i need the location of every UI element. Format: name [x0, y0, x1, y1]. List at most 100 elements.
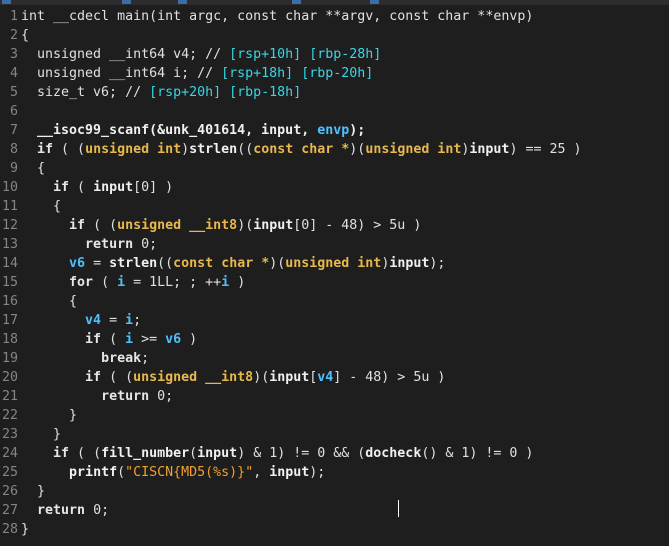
code-token: return [101, 389, 150, 404]
code-line[interactable]: 8 if ( (unsigned int)strlen((const char … [0, 140, 582, 159]
code-line[interactable]: 1 int __cdecl main(int argc, const char *… [0, 7, 582, 26]
code-token: "CISCN{MD5(%s)}" [125, 465, 254, 480]
code-line[interactable]: 28} [0, 520, 582, 539]
code-line[interactable]: 6 [0, 102, 582, 121]
code-token: ); [429, 256, 446, 271]
code-text: printf("CISCN{MD5(%s)}", input); [18, 465, 325, 480]
code-token: input [389, 256, 430, 271]
code-token: i [125, 332, 134, 347]
code-token: if [53, 180, 70, 195]
code-line[interactable]: 5 size_t v6; // [rsp+20h] [rbp-18h] [0, 83, 582, 102]
code-line[interactable]: 13 return 0; [0, 235, 582, 254]
code-line[interactable]: 9 { [0, 159, 582, 178]
code-line[interactable]: 15 for ( i = 1LL; ; ++i ) [0, 273, 582, 292]
code-text: } [18, 408, 77, 423]
code-line[interactable]: 11 { [0, 197, 582, 216]
code-token: ( [101, 332, 126, 347]
pseudocode-editor[interactable]: 1 int __cdecl main(int argc, const char *… [0, 0, 669, 546]
code-token: ( [69, 180, 94, 195]
code-token: = [101, 313, 126, 328]
code-line[interactable]: 25 printf("CISCN{MD5(%s)}", input); [0, 463, 582, 482]
line-number: 17 [1, 313, 18, 328]
code-token: } [21, 484, 46, 499]
line-number: 27 [1, 503, 18, 518]
code-text: } [18, 484, 45, 499]
code-token: { [21, 199, 62, 214]
code-token: const char * [173, 256, 270, 271]
code-line[interactable]: 4 unsigned __int64 i; // [rsp+18h] [rbp-… [0, 64, 582, 83]
code-line[interactable]: 10 if ( input[0] ) [0, 178, 582, 197]
tab-marker [292, 0, 301, 4]
code-line[interactable]: 19 break; [0, 349, 582, 368]
code-token: ( ( [85, 218, 118, 233]
code-line[interactable]: 14 v6 = strlen((const char *)(unsigned i… [0, 254, 582, 273]
code-line[interactable]: 23 } [0, 425, 582, 444]
line-number: 4 [9, 66, 18, 81]
code-token: ) [229, 275, 246, 290]
code-line[interactable]: 27 return 0; [0, 501, 582, 520]
code-text: if ( i >= v6 ) [18, 332, 197, 347]
code-text: size_t v6; // [rsp+20h] [rbp-18h] [18, 85, 301, 100]
code-text: } [18, 427, 61, 442]
code-token: printf [69, 465, 118, 480]
code-token: , [253, 465, 270, 480]
line-number: 21 [1, 389, 18, 404]
code-line[interactable]: 21 return 0; [0, 387, 582, 406]
tab-marker [122, 0, 131, 4]
line-number: 22 [1, 408, 18, 423]
code-text: return 0; [18, 503, 109, 518]
code-token: { [21, 28, 30, 43]
code-token: [0] - 48) > 5u ) [293, 218, 422, 233]
code-line[interactable]: 20 if ( (unsigned __int8)(input[v4] - 48… [0, 368, 582, 387]
code-text: for ( i = 1LL; ; ++i ) [18, 275, 245, 290]
code-line[interactable]: 2{ [0, 26, 582, 45]
code-text: break; [18, 351, 149, 366]
code-token: )( [269, 256, 286, 271]
line-number: 25 [1, 465, 18, 480]
code-token: )( [253, 370, 270, 385]
code-token: return [37, 503, 86, 518]
code-line[interactable]: 24 if ( (fill_number(input) & 1) != 0 &&… [0, 444, 582, 463]
code-text: if ( (fill_number(input) & 1) != 0 && (d… [18, 446, 533, 461]
code-token: docheck [365, 446, 422, 461]
code-token: if [37, 142, 54, 157]
code-token: strlen [109, 256, 158, 271]
code-line[interactable]: 16 { [0, 292, 582, 311]
code-token: envp [317, 123, 350, 138]
code-line[interactable]: 7 __isoc99_scanf(&unk_401614, input, env… [0, 121, 582, 140]
code-line[interactable]: 3 unsigned __int64 v4; // [rsp+10h] [rbp… [0, 45, 582, 64]
code-line[interactable]: 18 if ( i >= v6 ) [0, 330, 582, 349]
line-number: 2 [9, 28, 18, 43]
code-token: ) [181, 142, 190, 157]
code-line[interactable]: 12 if ( (unsigned __int8)(input[0] - 48)… [0, 216, 582, 235]
line-number: 16 [1, 294, 18, 309]
code-text: __isoc99_scanf(&unk_401614, input, envp)… [18, 123, 365, 138]
line-number: 20 [1, 370, 18, 385]
code-text: { [18, 28, 29, 43]
code-token: ( ( [101, 370, 134, 385]
code-line[interactable]: 22 } [0, 406, 582, 425]
code-token: >= [133, 332, 166, 347]
code-token: ( [93, 275, 118, 290]
code-text: if ( (unsigned __int8)(input[v4] - 48) >… [18, 370, 445, 385]
code-token: v6 [165, 332, 182, 347]
code-line[interactable]: 17 v4 = i; [0, 311, 582, 330]
code-token: [0] ) [133, 180, 174, 195]
line-number: 19 [1, 351, 18, 366]
code-area[interactable]: 1 int __cdecl main(int argc, const char *… [0, 7, 582, 539]
code-token: v4 [85, 313, 102, 328]
code-text: return 0; [18, 237, 157, 252]
code-token: ; [141, 351, 150, 366]
code-token: v6 [69, 256, 86, 271]
line-number: 23 [1, 427, 18, 442]
line-number: 3 [9, 47, 18, 62]
code-line[interactable]: 26 } [0, 482, 582, 501]
code-token: = [85, 256, 110, 271]
